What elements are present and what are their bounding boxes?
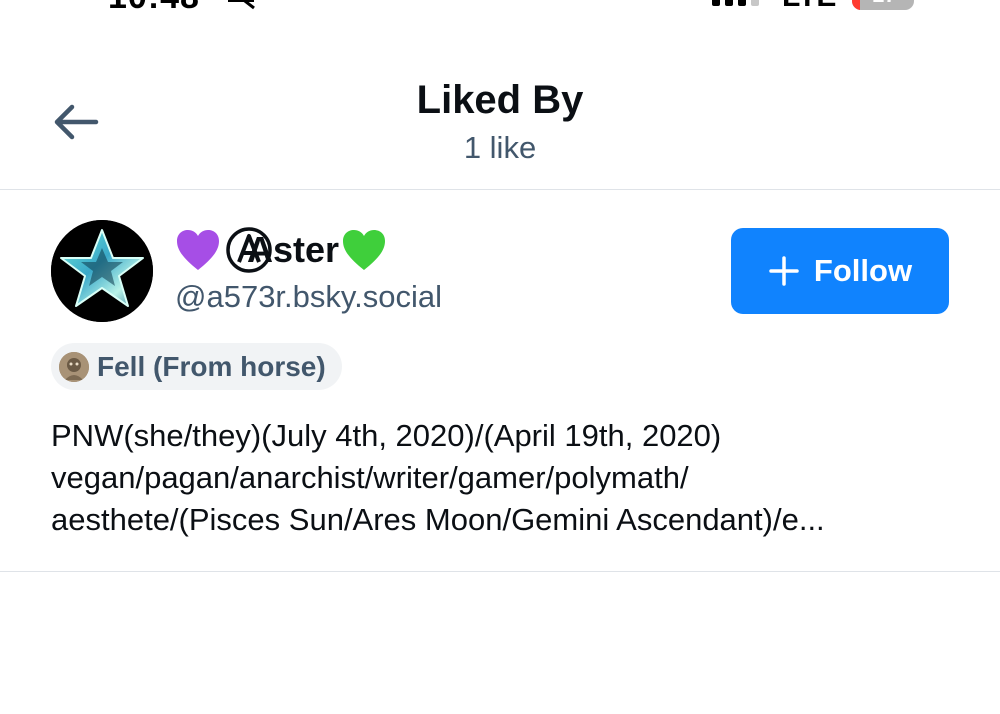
bio-line: vegan/pagan/anarchist/writer/gamer/polym… (51, 460, 689, 495)
purple-heart-icon (177, 230, 219, 270)
avatar[interactable] (51, 220, 153, 322)
green-heart-icon (343, 230, 386, 270)
page-title: Liked By (416, 78, 584, 122)
bio-line: PNW(she/they)(July 4th, 2020)/(April 19t… (51, 418, 722, 453)
plus-icon (769, 256, 799, 286)
star-avatar-icon (51, 220, 153, 322)
user-bio: PNW(she/they)(July 4th, 2020)/(April 19t… (51, 415, 951, 541)
bio-line: aesthete/(Pisces Sun/Ares Moon/Gemini As… (51, 502, 825, 537)
like-count: 1 like (463, 130, 537, 165)
follow-label: Follow (813, 253, 913, 288)
header: Liked By 1 like (0, 0, 1000, 190)
display-name[interactable]: Aster (175, 225, 387, 275)
display-name-text: Aster (247, 229, 340, 270)
follow-button[interactable]: Follow (731, 228, 949, 314)
label-avatar-icon (59, 351, 89, 382)
user-list-item[interactable]: Aster @a573r.bsky.social Follow Fell (Fr… (0, 191, 1000, 572)
label-badge[interactable]: Fell (From horse) (51, 343, 342, 390)
label-badge-text: Fell (From horse) (97, 350, 326, 382)
user-handle[interactable]: @a573r.bsky.social (175, 279, 442, 315)
